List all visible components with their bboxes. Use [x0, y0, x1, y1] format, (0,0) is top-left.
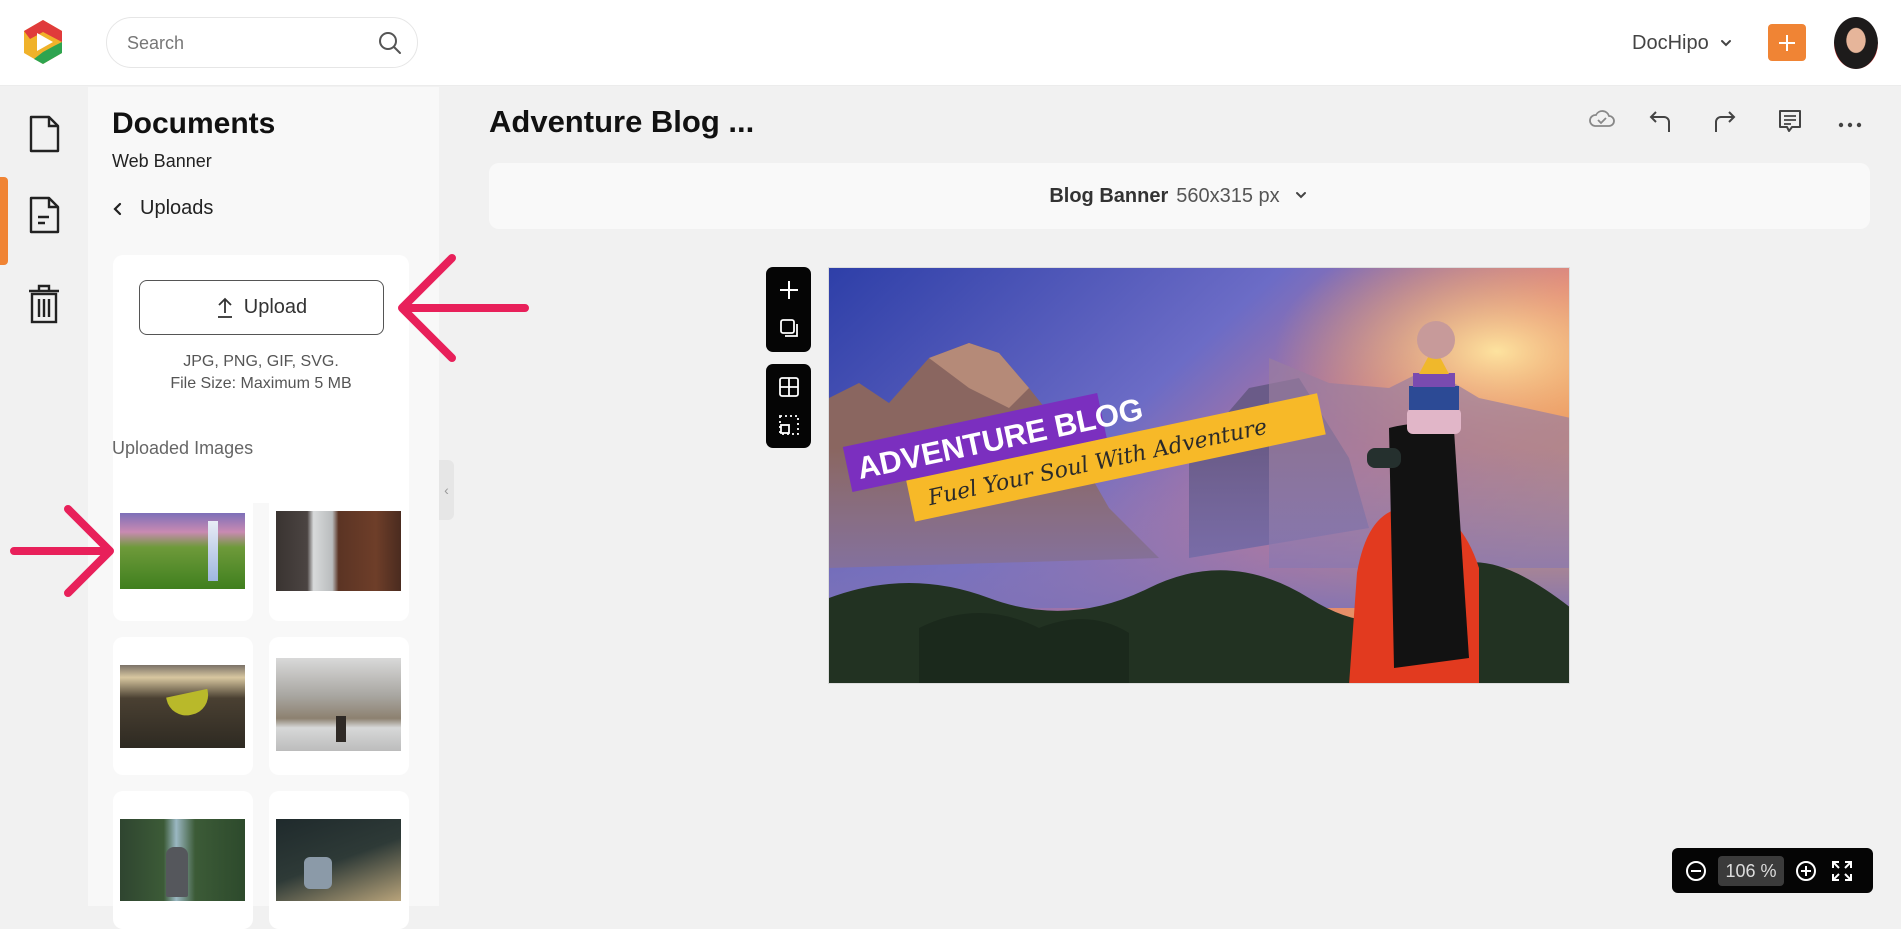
- workspace-name: DocHipo: [1632, 31, 1709, 54]
- duplicate-page-button[interactable]: [766, 309, 811, 347]
- uploaded-images-label: Uploaded Images: [112, 438, 254, 458]
- rail-item-trash[interactable]: [0, 263, 88, 343]
- upload-size-limit: File Size: Maximum 5 MB: [170, 375, 352, 392]
- search-input[interactable]: [127, 30, 357, 56]
- fullscreen-button[interactable]: [1828, 857, 1856, 885]
- grid-button[interactable]: [766, 368, 811, 406]
- chevron-left-icon: ‹: [444, 482, 449, 498]
- chevron-left-icon: [113, 202, 122, 215]
- back-label: Uploads: [140, 197, 214, 219]
- redo-button[interactable]: [1711, 108, 1737, 139]
- more-options-button[interactable]: [1838, 116, 1862, 134]
- collapse-panel-handle[interactable]: ‹: [439, 460, 454, 520]
- back-to-menu-button[interactable]: Uploads: [112, 197, 213, 220]
- trash-icon: [29, 284, 59, 324]
- undo-icon: [1649, 111, 1670, 132]
- uploaded-image-waterfall-rocks[interactable]: [269, 483, 409, 621]
- chevron-down-icon: [1720, 40, 1731, 47]
- comment-icon: [1779, 110, 1801, 132]
- uploaded-image-hiker-misty-mountain[interactable]: [269, 637, 409, 775]
- upload-button-label: Upload: [243, 296, 308, 318]
- zoom-in-button[interactable]: [1792, 857, 1820, 885]
- plus-icon: [1779, 34, 1795, 51]
- user-avatar[interactable]: [1834, 17, 1878, 69]
- rail-item-documents[interactable]: [0, 94, 88, 174]
- duplicate-icon: [779, 319, 798, 337]
- page-tools: [766, 267, 811, 352]
- uploads-panel: Documents Web Banner Uploads Upload JPG,…: [88, 87, 439, 929]
- panel-subtitle: Web Banner: [112, 151, 212, 171]
- dochipo-logo[interactable]: [20, 18, 66, 66]
- uploaded-image-hiker-forest-road[interactable]: [113, 791, 253, 929]
- cloud-saved-icon: [1589, 110, 1615, 127]
- top-bar: DocHipo: [0, 0, 1901, 86]
- zoom-in-icon: [1796, 860, 1816, 881]
- comments-button[interactable]: [1777, 108, 1803, 139]
- upload-formats: JPG, PNG, GIF, SVG.: [183, 353, 339, 370]
- design-canvas[interactable]: ADVENTURE BLOG Fuel Your Soul With Adven…: [828, 267, 1570, 684]
- resize-button[interactable]: [766, 406, 811, 444]
- size-dimensions: 560x315 px: [1176, 184, 1280, 207]
- document-title[interactable]: Adventure Blog ...: [489, 104, 754, 140]
- resize-frame-icon: [778, 415, 799, 435]
- upload-button[interactable]: Upload: [139, 280, 384, 335]
- undo-button[interactable]: [1648, 108, 1674, 139]
- workspace-dropdown[interactable]: DocHipo: [1632, 28, 1733, 58]
- uploaded-image-waterfall-green-valley[interactable]: [113, 483, 253, 621]
- uploaded-image-photographer-crouching[interactable]: [269, 791, 409, 929]
- file-text-icon: [29, 196, 60, 234]
- add-page-button[interactable]: [766, 271, 811, 309]
- rail-item-document-text[interactable]: [0, 175, 88, 265]
- upload-icon: [217, 297, 232, 318]
- left-rail: [0, 87, 88, 906]
- zoom-controls: 106 %: [1672, 848, 1873, 893]
- zoom-out-icon: [1686, 860, 1706, 881]
- uploaded-image-hammock-mountain[interactable]: [113, 637, 253, 775]
- grid-icon: [778, 377, 799, 397]
- file-icon: [29, 115, 60, 153]
- fullscreen-icon: [1832, 860, 1852, 881]
- cloud-saved-button[interactable]: [1588, 108, 1616, 135]
- plus-icon: [779, 281, 798, 299]
- more-icon: [1838, 122, 1862, 128]
- add-new-button[interactable]: [1768, 24, 1806, 61]
- chevron-down-icon: [1295, 192, 1306, 199]
- zoom-out-button[interactable]: [1682, 857, 1710, 885]
- panel-title: Documents: [112, 107, 276, 140]
- banner-artwork: ADVENTURE BLOG Fuel Your Soul With Adven…: [829, 268, 1569, 683]
- search-box: [106, 17, 418, 68]
- redo-icon: [1715, 111, 1736, 132]
- upload-info: JPG, PNG, GIF, SVG. File Size: Maximum 5…: [113, 351, 409, 395]
- upload-card: Upload JPG, PNG, GIF, SVG. File Size: Ma…: [113, 255, 409, 503]
- canvas-size-dropdown[interactable]: Blog Banner 560x315 px: [489, 163, 1870, 229]
- annotation-arrow-upload: [398, 254, 529, 362]
- zoom-level[interactable]: 106 %: [1718, 855, 1784, 886]
- search-icon[interactable]: [377, 30, 403, 56]
- size-name: Blog Banner: [1049, 184, 1169, 207]
- layout-tools: [766, 364, 811, 448]
- annotation-arrow-thumbnail: [10, 505, 114, 597]
